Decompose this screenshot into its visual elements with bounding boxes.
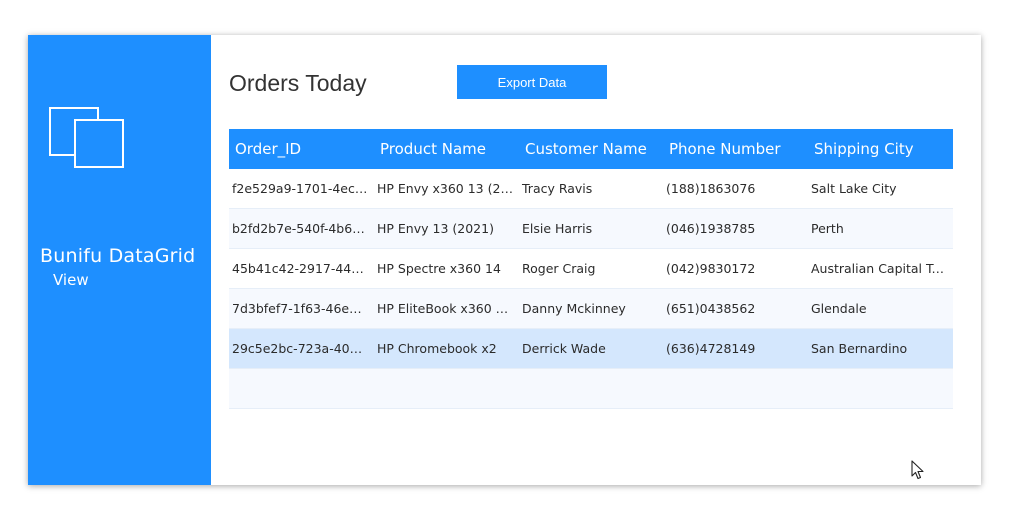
table-row-selected[interactable]: 29c5e2bc-723a-4043-... HP Chromebook x2 … xyxy=(229,329,953,369)
cell-product-name: HP EliteBook x360 10... xyxy=(377,301,519,316)
cell-shipping-city: San Bernardino xyxy=(811,341,908,356)
cell-order-id: 7d3bfef7-1f63-46ea-9... xyxy=(232,301,374,316)
cell-product-name: HP Envy 13 (2021) xyxy=(377,221,494,236)
cell-product-name: HP Envy x360 13 (202... xyxy=(377,181,519,196)
cell-order-id: 45b41c42-2917-449d-... xyxy=(232,261,374,276)
grid-header: Order_ID Product Name Customer Name Phon… xyxy=(229,129,953,169)
cell-order-id: b2fd2b7e-540f-4b62-... xyxy=(232,221,374,236)
stacked-windows-icon xyxy=(49,107,124,168)
cell-customer-name: Derrick Wade xyxy=(522,341,606,356)
cell-shipping-city: Glendale xyxy=(811,301,867,316)
cell-customer-name: Elsie Harris xyxy=(522,221,593,236)
cell-order-id: 29c5e2bc-723a-4043-... xyxy=(232,341,374,356)
mouse-pointer-icon xyxy=(911,460,924,480)
brand-subtitle: View xyxy=(53,271,89,289)
cell-shipping-city: Australian Capital Ter... xyxy=(811,261,953,276)
cell-phone-number: (046)1938785 xyxy=(666,221,756,236)
cell-phone-number: (651)0438562 xyxy=(666,301,756,316)
data-grid[interactable]: Order_ID Product Name Customer Name Phon… xyxy=(229,129,953,409)
column-header-phone-number[interactable]: Phone Number xyxy=(663,140,808,158)
cell-phone-number: (188)1863076 xyxy=(666,181,756,196)
cell-shipping-city: Perth xyxy=(811,221,844,236)
cell-phone-number: (042)9830172 xyxy=(666,261,756,276)
main-panel: Orders Today Export Data Order_ID Produc… xyxy=(211,35,981,485)
column-header-shipping-city[interactable]: Shipping City xyxy=(808,140,953,158)
table-row[interactable]: f2e529a9-1701-4ec4-b... HP Envy x360 13 … xyxy=(229,169,953,209)
cell-product-name: HP Spectre x360 14 xyxy=(377,261,501,276)
table-row[interactable]: b2fd2b7e-540f-4b62-... HP Envy 13 (2021)… xyxy=(229,209,953,249)
page-title: Orders Today xyxy=(229,70,367,96)
cell-customer-name: Tracy Ravis xyxy=(522,181,593,196)
table-row[interactable]: 45b41c42-2917-449d-... HP Spectre x360 1… xyxy=(229,249,953,289)
cell-customer-name: Roger Craig xyxy=(522,261,596,276)
cell-order-id: f2e529a9-1701-4ec4-b... xyxy=(232,181,374,196)
table-row-empty[interactable] xyxy=(229,369,953,409)
cell-phone-number: (636)4728149 xyxy=(666,341,756,356)
column-header-product-name[interactable]: Product Name xyxy=(374,140,519,158)
app-window: Bunifu DataGrid View Orders Today Export… xyxy=(28,35,981,485)
column-header-customer-name[interactable]: Customer Name xyxy=(519,140,663,158)
table-row[interactable]: 7d3bfef7-1f63-46ea-9... HP EliteBook x36… xyxy=(229,289,953,329)
cell-shipping-city: Salt Lake City xyxy=(811,181,897,196)
brand-title: Bunifu DataGrid xyxy=(40,245,196,267)
export-data-button[interactable]: Export Data xyxy=(457,65,607,99)
column-header-order-id[interactable]: Order_ID xyxy=(229,140,374,158)
cell-product-name: HP Chromebook x2 xyxy=(377,341,497,356)
sidebar: Bunifu DataGrid View xyxy=(28,35,211,485)
cell-customer-name: Danny Mckinney xyxy=(522,301,626,316)
